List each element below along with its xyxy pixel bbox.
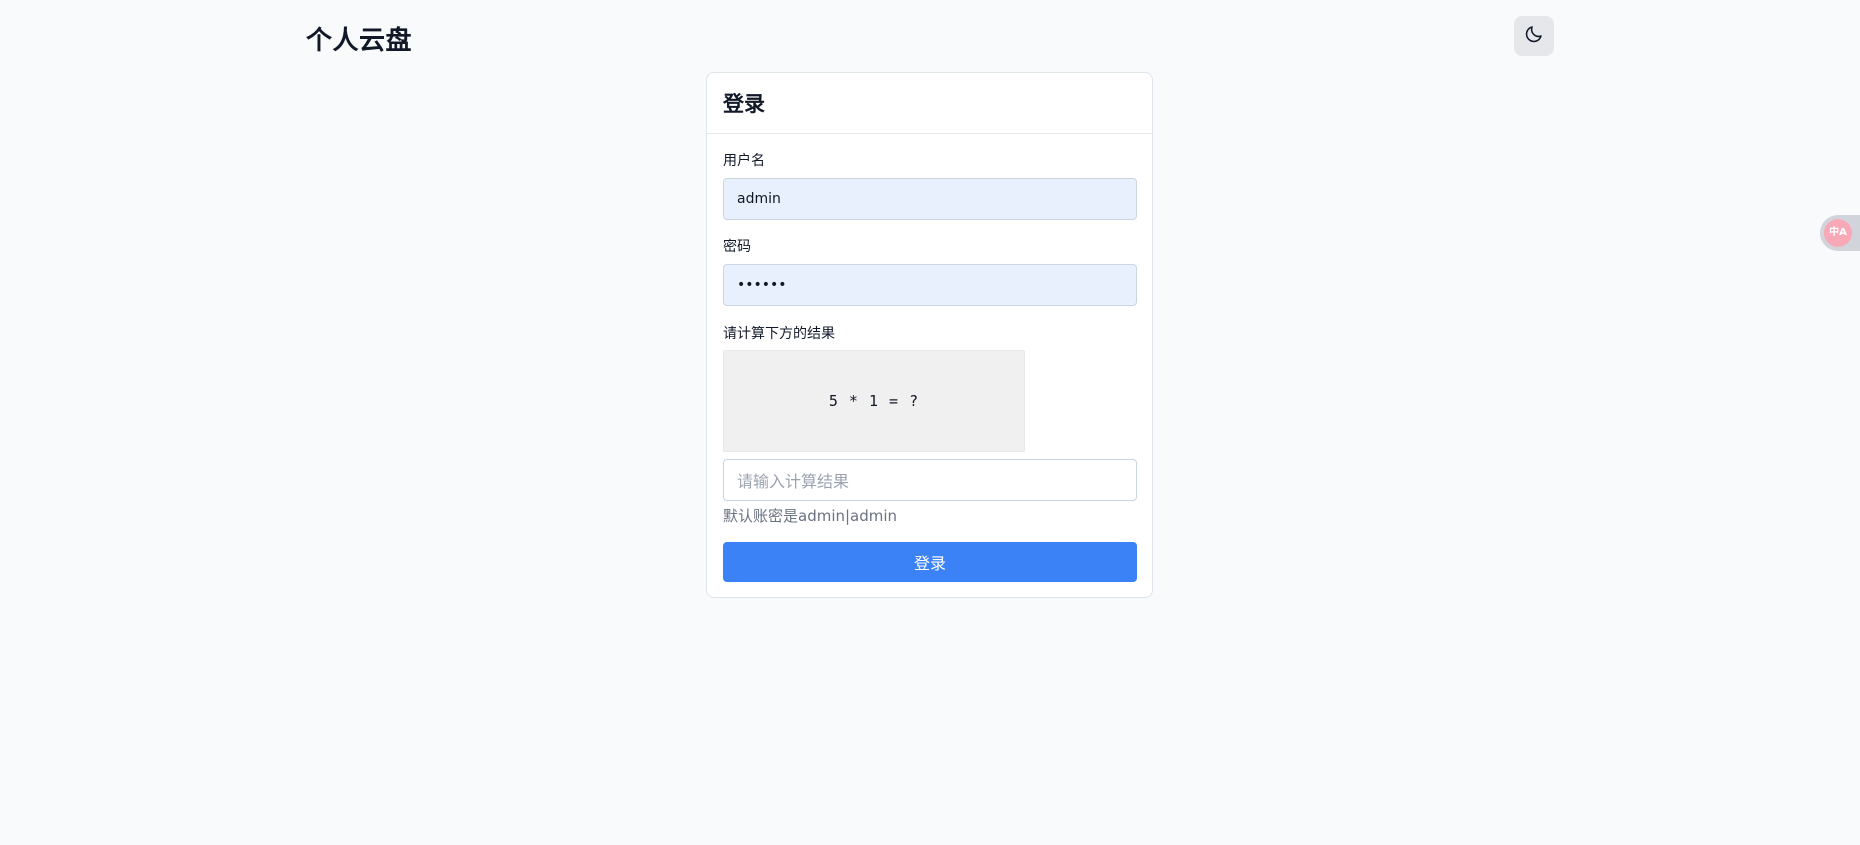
captcha-image[interactable]: 5 * 1 = ? [723, 350, 1025, 452]
username-label: 用户名 [723, 153, 765, 169]
translate-widget[interactable]: 中A [1820, 215, 1860, 251]
login-submit-button[interactable]: 登录 [723, 542, 1137, 582]
site-brand: 个人云盘 [306, 26, 413, 56]
login-card-header: 登录 [707, 73, 1152, 134]
login-card: 登录 用户名 admin 密码 •••••• 请计算下方的结果 5 * 1 = … [706, 72, 1153, 598]
captcha-answer-input[interactable]: 请输入计算结果 [723, 459, 1137, 501]
captcha-label: 请计算下方的结果 [723, 326, 835, 342]
default-account-hint: 默认账密是admin|admin [723, 507, 898, 525]
password-input[interactable]: •••••• [723, 264, 1137, 306]
login-title: 登录 [723, 92, 765, 116]
theme-toggle-button[interactable] [1514, 16, 1554, 56]
moon-icon [1524, 24, 1544, 48]
username-input[interactable]: admin [723, 178, 1137, 220]
password-label: 密码 [723, 239, 751, 255]
translate-icon: 中A [1824, 219, 1852, 247]
